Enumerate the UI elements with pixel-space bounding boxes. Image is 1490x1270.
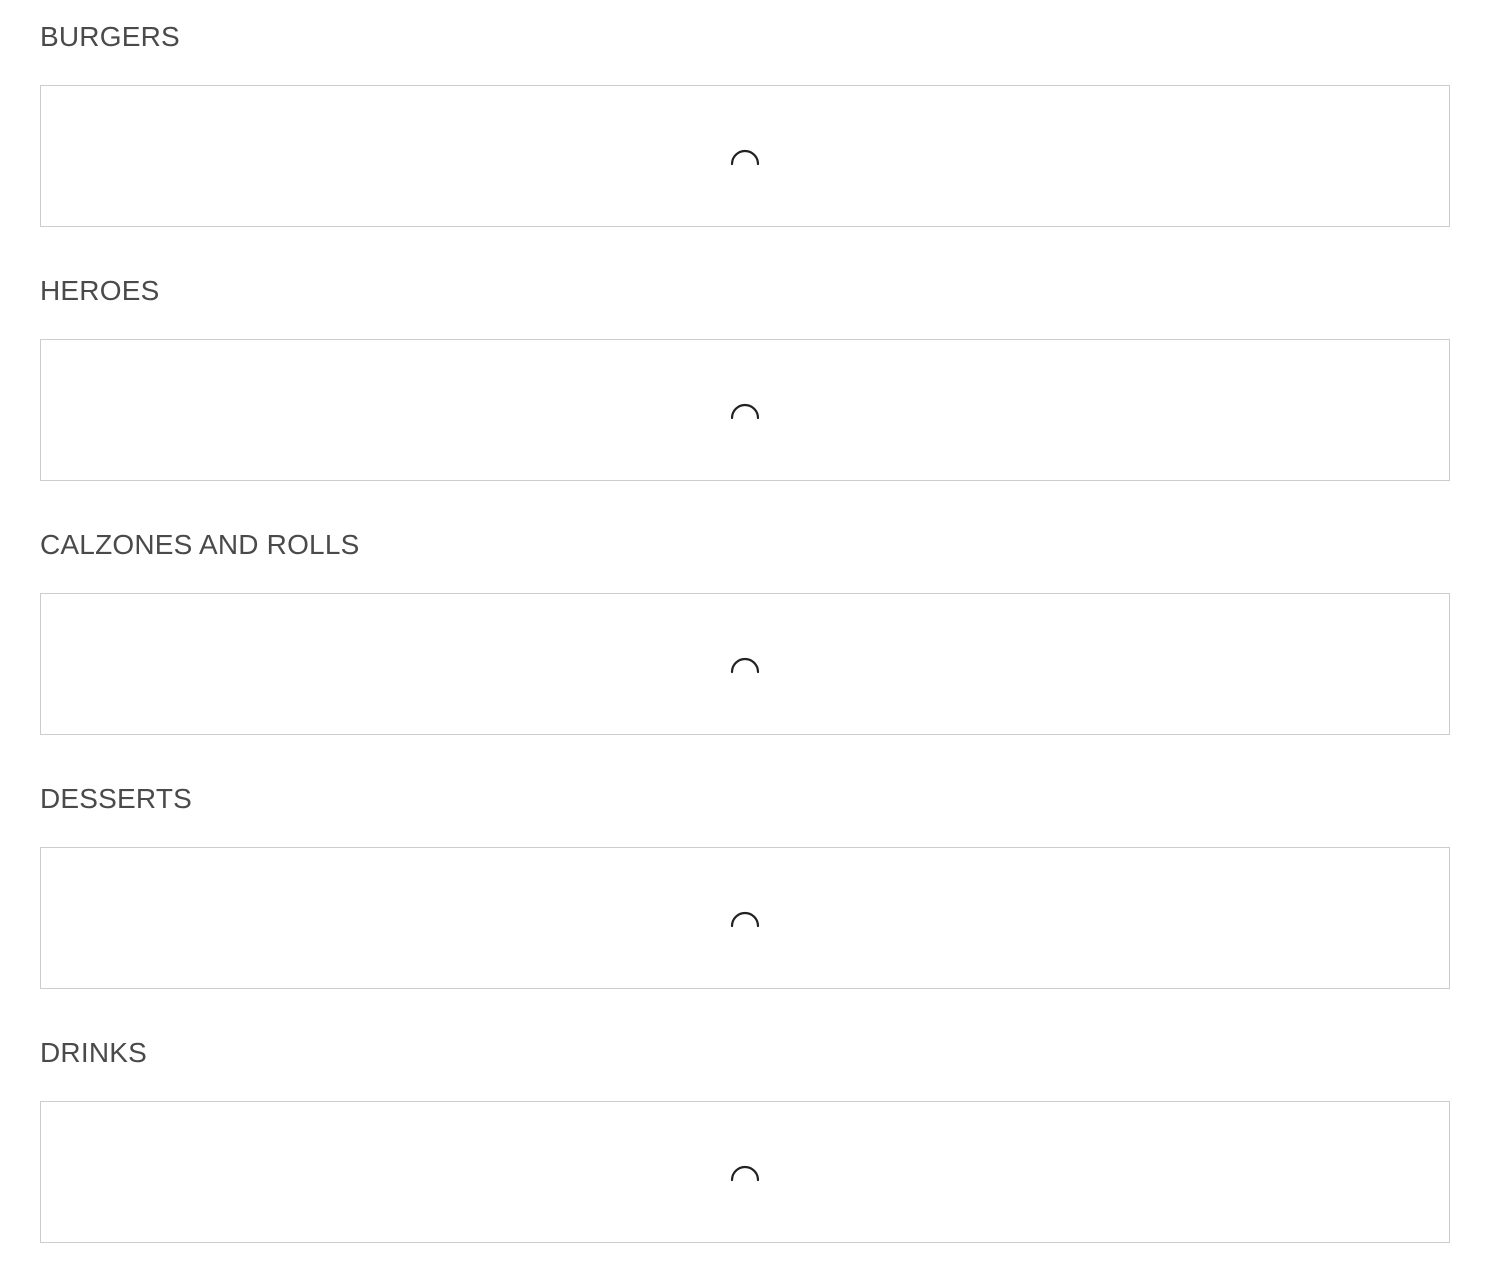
loading-spinner-icon [730,141,760,171]
section-content-loading [40,593,1450,735]
loading-spinner-icon [730,649,760,679]
section-content-loading [40,1101,1450,1243]
loading-spinner-icon [730,903,760,933]
menu-list: BURGERS HEROES CALZONES AND ROLLS DESSER… [40,0,1450,1270]
section-title: DESSERTS [40,783,193,814]
section-title: DRINKS [40,1037,147,1068]
menu-section-burgers: BURGERS [40,0,1450,254]
section-content-loading [40,339,1450,481]
menu-section-desserts: DESSERTS [40,762,1450,1016]
menu-section-heroes: HEROES [40,254,1450,508]
section-title: CALZONES AND ROLLS [40,529,360,560]
loading-spinner-icon [730,395,760,425]
menu-section-calzones-and-rolls: CALZONES AND ROLLS [40,508,1450,762]
loading-spinner-icon [730,1157,760,1187]
section-content-loading [40,847,1450,989]
section-title: HEROES [40,275,160,306]
menu-section-drinks: DRINKS [40,1016,1450,1270]
section-title: BURGERS [40,21,180,52]
section-content-loading [40,85,1450,227]
